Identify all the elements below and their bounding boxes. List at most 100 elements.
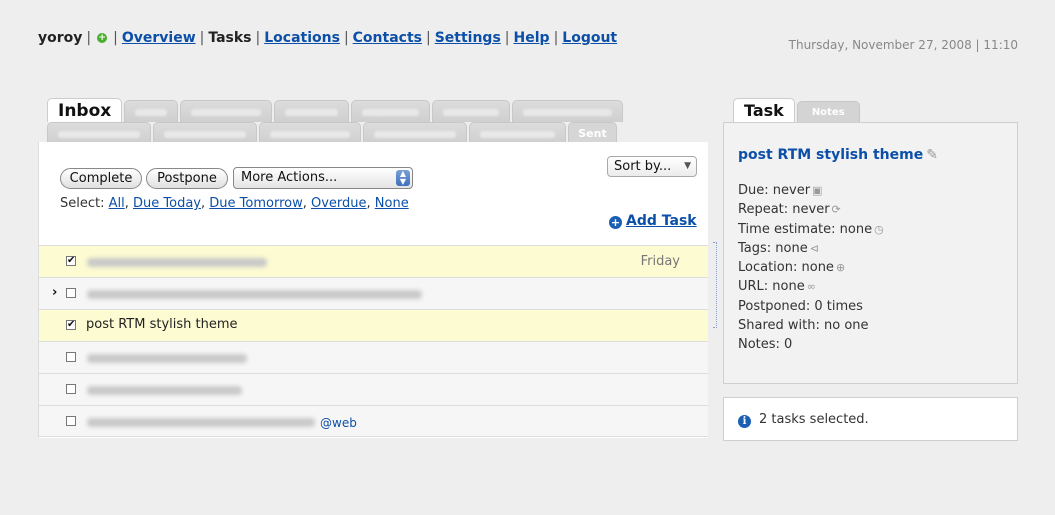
select-label: Select: bbox=[60, 196, 105, 211]
calendar-icon: ▣ bbox=[812, 184, 823, 197]
list-tab[interactable] bbox=[47, 122, 151, 144]
selection-status-box: i 2 tasks selected. bbox=[723, 397, 1018, 441]
pencil-icon[interactable]: ✎ bbox=[926, 147, 938, 163]
field-tags[interactable]: Tags: none ⊲ bbox=[738, 239, 884, 258]
repeat-icon: ⟳ bbox=[831, 203, 841, 217]
field-url[interactable]: URL: none ∞ bbox=[738, 277, 884, 296]
field-tags-text: Tags: none bbox=[738, 240, 808, 256]
list-tab[interactable] bbox=[180, 100, 273, 122]
field-location[interactable]: Location: none ⊕ bbox=[738, 258, 884, 277]
task-row[interactable]: › bbox=[39, 277, 708, 309]
tab-inbox[interactable]: Inbox bbox=[47, 98, 123, 122]
nav-help[interactable]: Help bbox=[514, 30, 550, 46]
task-name-redacted bbox=[87, 386, 242, 395]
task-checkbox[interactable] bbox=[66, 384, 76, 394]
task-row[interactable]: ✔ post RTM stylish theme bbox=[39, 309, 708, 341]
task-due: Friday bbox=[640, 254, 680, 269]
username: yoroy bbox=[38, 30, 83, 46]
task-checkbox[interactable] bbox=[66, 288, 76, 298]
list-tabs-row-1: Inbox bbox=[47, 98, 624, 122]
tab-notes[interactable]: Notes bbox=[796, 101, 860, 122]
list-tab[interactable] bbox=[274, 100, 350, 122]
select-arrows-icon: ▲ ▼ bbox=[396, 170, 410, 186]
sort-by-label: Sort by... bbox=[614, 159, 672, 174]
field-shared-with: Shared with: no one bbox=[738, 318, 869, 334]
select-due-today-link[interactable]: Due Today bbox=[133, 196, 201, 211]
list-tab[interactable] bbox=[469, 122, 566, 144]
nav-locations[interactable]: Locations bbox=[264, 30, 340, 46]
field-due[interactable]: Due: never ▣ bbox=[738, 181, 884, 200]
sort-by-select[interactable]: Sort by... ▼ bbox=[607, 156, 697, 177]
tag-icon: ⊲ bbox=[809, 241, 819, 255]
plus-circle-icon: + bbox=[609, 216, 622, 229]
add-task-link[interactable]: Add Task bbox=[626, 213, 697, 229]
select-overdue-link[interactable]: Overdue bbox=[311, 196, 367, 211]
field-time-estimate-text: Time estimate: none bbox=[738, 221, 873, 237]
tab-task[interactable]: Task bbox=[733, 98, 795, 122]
task-checkbox[interactable] bbox=[66, 352, 76, 362]
task-name-redacted bbox=[87, 354, 247, 363]
info-icon: i bbox=[738, 415, 751, 428]
task-detail-panel: post RTM stylish theme ✎ Due: never ▣ Repe… bbox=[723, 122, 1018, 384]
list-tab[interactable] bbox=[432, 100, 511, 122]
chevron-down-icon: ▼ bbox=[684, 161, 691, 171]
task-row[interactable]: @web bbox=[39, 405, 708, 437]
add-icon[interactable]: + bbox=[97, 33, 108, 43]
task-list: ✔ Friday › ✔ post RTM stylish theme @web bbox=[39, 245, 708, 437]
tab-sent[interactable]: Sent bbox=[568, 122, 617, 144]
task-detail-fields: Due: never ▣ Repeat: never ⟳ Time estimate… bbox=[738, 181, 884, 355]
task-checkbox[interactable]: ✔ bbox=[66, 256, 76, 266]
link-icon: ∞ bbox=[806, 280, 816, 294]
task-name-redacted bbox=[87, 290, 422, 299]
field-location-text: Location: none bbox=[738, 260, 834, 276]
task-detail-title-wrap[interactable]: post RTM stylish theme ✎ bbox=[738, 147, 938, 163]
more-actions-label: More Actions... bbox=[241, 170, 338, 185]
list-tab[interactable] bbox=[351, 100, 431, 122]
task-list-panel: Complete Postpone More Actions... ▲ ▼ Sor… bbox=[38, 142, 708, 438]
select-none-link[interactable]: None bbox=[375, 196, 409, 211]
list-tabs-row-2: Sent bbox=[47, 122, 617, 144]
globe-icon: ⊕ bbox=[835, 261, 846, 275]
field-repeat-text: Repeat: never bbox=[738, 202, 830, 218]
task-tag[interactable]: @web bbox=[320, 416, 357, 430]
nav-overview[interactable]: Overview bbox=[122, 30, 196, 46]
top-navigation: yoroy | + | Overview | Tasks | Locations | Contact… bbox=[38, 30, 618, 46]
field-repeat[interactable]: Repeat: never ⟳ bbox=[738, 200, 884, 219]
more-actions-select[interactable]: More Actions... ▲ ▼ bbox=[233, 167, 413, 189]
task-row[interactable] bbox=[39, 341, 708, 373]
detail-tabs: Task Notes bbox=[733, 98, 860, 122]
complete-button[interactable]: Complete bbox=[60, 168, 142, 189]
clock-icon: ◷ bbox=[874, 222, 884, 236]
list-tab[interactable] bbox=[363, 122, 467, 144]
task-name-redacted bbox=[87, 418, 315, 427]
nav-tasks[interactable]: Tasks bbox=[208, 30, 251, 46]
nav-settings[interactable]: Settings bbox=[435, 30, 501, 46]
chevron-right-icon: › bbox=[52, 285, 58, 300]
task-name-redacted bbox=[87, 258, 267, 267]
list-tab[interactable] bbox=[512, 100, 624, 122]
current-datetime: Thursday, November 27, 2008 | 11:10 bbox=[788, 38, 1018, 52]
task-checkbox[interactable]: ✔ bbox=[66, 320, 76, 330]
field-postponed: Postponed: 0 times bbox=[738, 298, 863, 314]
list-tab[interactable] bbox=[259, 122, 361, 144]
postpone-button[interactable]: Postpone bbox=[146, 168, 228, 189]
nav-contacts[interactable]: Contacts bbox=[353, 30, 422, 46]
task-row[interactable]: ✔ Friday bbox=[39, 245, 708, 277]
list-tab[interactable] bbox=[153, 122, 257, 144]
selection-connector bbox=[713, 242, 717, 328]
field-notes: Notes: 0 bbox=[738, 337, 793, 353]
task-name: post RTM stylish theme bbox=[86, 317, 238, 332]
task-row[interactable] bbox=[39, 373, 708, 405]
select-filter-row: Select: All, Due Today, Due Tomorrow, Ov… bbox=[60, 196, 409, 211]
select-due-tomorrow-link[interactable]: Due Tomorrow bbox=[209, 196, 302, 211]
field-time-estimate[interactable]: Time estimate: none ◷ bbox=[738, 220, 884, 239]
add-task[interactable]: + Add Task bbox=[609, 213, 697, 229]
select-all-link[interactable]: All bbox=[109, 196, 125, 211]
list-tab[interactable] bbox=[124, 100, 179, 122]
field-url-text: URL: none bbox=[738, 279, 805, 295]
task-detail-title[interactable]: post RTM stylish theme bbox=[738, 147, 923, 163]
field-due-text: Due: never bbox=[738, 183, 811, 198]
selection-status-text: 2 tasks selected. bbox=[759, 412, 869, 427]
nav-logout[interactable]: Logout bbox=[562, 30, 617, 46]
task-checkbox[interactable] bbox=[66, 416, 76, 426]
